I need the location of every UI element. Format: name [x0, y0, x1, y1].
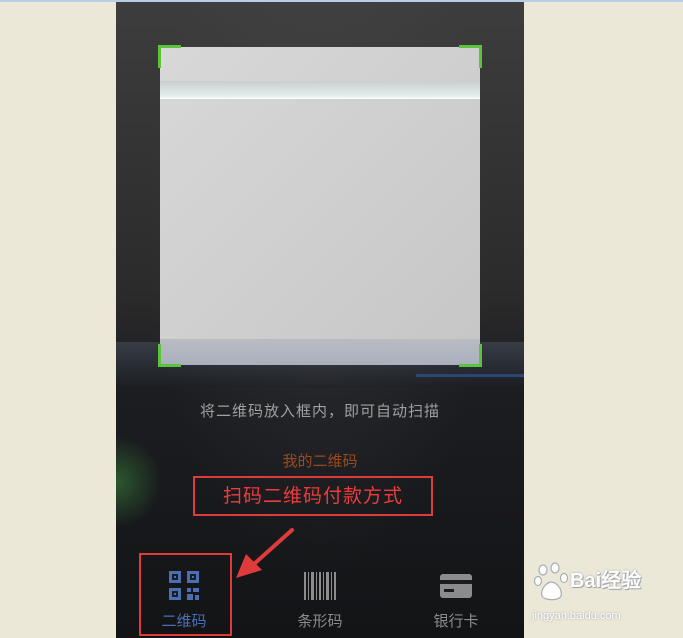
scan-frame	[158, 45, 482, 367]
watermark: Bai经验 jingyan.baidu.com	[528, 560, 678, 632]
my-qr-code-link[interactable]: 我的二维码	[116, 450, 524, 471]
baidu-paw-icon	[534, 562, 569, 601]
phone-screen: 将二维码放入框内，即可自动扫描 我的二维码 二维码 条形码 银行卡	[116, 2, 524, 638]
camera-preview-strip	[160, 339, 480, 365]
watermark-url: jingyan.baidu.com	[532, 610, 621, 622]
bank-card-icon	[440, 574, 472, 598]
annotation-caption-box: 扫码二维码付款方式	[193, 476, 433, 516]
camera-preview-detail	[416, 374, 524, 377]
annotation-highlight-box	[139, 553, 232, 636]
tab-bank-card[interactable]: 银行卡	[388, 558, 524, 638]
annotation-arrow-icon	[236, 528, 294, 578]
camera-light-glow	[116, 432, 166, 532]
scan-frame-corner-top-right	[459, 45, 482, 68]
scan-frame-corner-bottom-left	[158, 344, 181, 367]
watermark-brand: Bai经验	[570, 570, 642, 592]
scan-frame-corner-top-left	[158, 45, 181, 68]
tab-bank-card-label: 银行卡	[433, 612, 479, 630]
scan-frame-corner-bottom-right	[459, 344, 482, 367]
scan-line	[160, 81, 480, 99]
barcode-icon	[304, 572, 336, 600]
scan-hint-text: 将二维码放入框内，即可自动扫描	[199, 402, 440, 420]
tab-barcode-label: 条形码	[297, 612, 343, 630]
annotation-caption: 扫码二维码付款方式	[222, 485, 403, 507]
